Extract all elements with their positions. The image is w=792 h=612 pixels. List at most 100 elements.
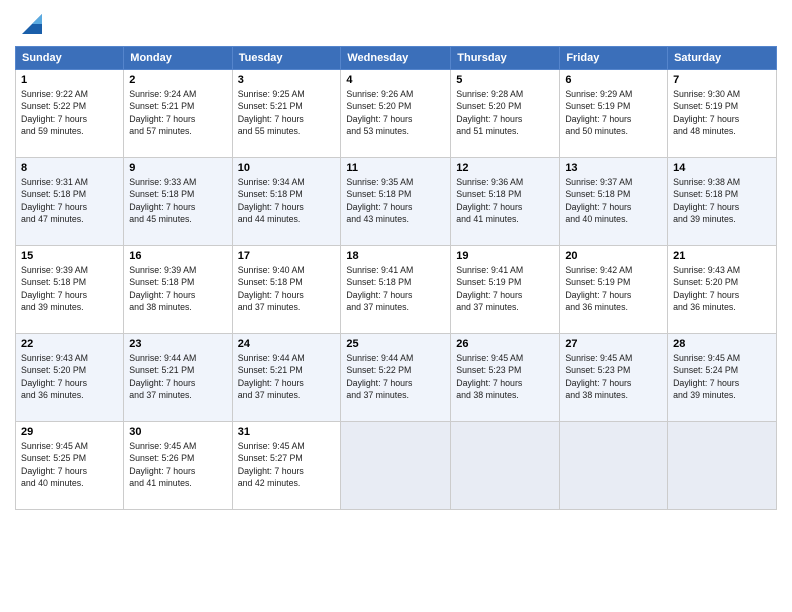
calendar-cell: 28 Sunrise: 9:45 AMSunset: 5:24 PMDayligh… (668, 334, 777, 422)
day-number: 9 (129, 162, 226, 174)
day-info: Sunrise: 9:24 AMSunset: 5:21 PMDaylight:… (129, 88, 226, 137)
day-info: Sunrise: 9:44 AMSunset: 5:22 PMDaylight:… (346, 352, 445, 401)
day-number: 27 (565, 338, 662, 350)
day-info: Sunrise: 9:45 AMSunset: 5:24 PMDaylight:… (673, 352, 771, 401)
day-info: Sunrise: 9:29 AMSunset: 5:19 PMDaylight:… (565, 88, 662, 137)
calendar-cell: 17Sunrise: 9:40 AMSunset: 5:18 PMDayligh… (232, 246, 341, 334)
day-info: Sunrise: 9:41 AMSunset: 5:18 PMDaylight:… (346, 264, 445, 313)
day-info: Sunrise: 9:39 AMSunset: 5:18 PMDaylight:… (129, 264, 226, 313)
day-info: Sunrise: 9:42 AMSunset: 5:19 PMDaylight:… (565, 264, 662, 313)
day-number: 7 (673, 74, 771, 86)
calendar-cell: 2 Sunrise: 9:24 AMSunset: 5:21 PMDaylight… (124, 70, 232, 158)
day-number: 25 (346, 338, 445, 350)
day-header-monday: Monday (124, 47, 232, 70)
logo (15, 10, 46, 38)
day-info: Sunrise: 9:41 AMSunset: 5:19 PMDaylight:… (456, 264, 554, 313)
calendar-cell (560, 422, 668, 510)
day-number: 11 (346, 162, 445, 174)
calendar-cell: 13 Sunrise: 9:37 AMSunset: 5:18 PMDayligh… (560, 158, 668, 246)
day-number: 23 (129, 338, 226, 350)
day-number: 1 (21, 74, 118, 86)
day-number: 10 (238, 162, 336, 174)
calendar-cell: 23 Sunrise: 9:44 AMSunset: 5:21 PMDayligh… (124, 334, 232, 422)
day-number: 15 (21, 250, 118, 262)
calendar-cell: 21 Sunrise: 9:43 AMSunset: 5:20 PMDayligh… (668, 246, 777, 334)
day-info: Sunrise: 9:43 AMSunset: 5:20 PMDaylight:… (673, 264, 771, 313)
day-info: Sunrise: 9:37 AMSunset: 5:18 PMDaylight:… (565, 176, 662, 225)
day-info: Sunrise: 9:25 AMSunset: 5:21 PMDaylight:… (238, 88, 336, 137)
calendar-cell: 1Sunrise: 9:22 AMSunset: 5:22 PMDaylight… (16, 70, 124, 158)
day-header-saturday: Saturday (668, 47, 777, 70)
day-info: Sunrise: 9:45 AMSunset: 5:23 PMDaylight:… (456, 352, 554, 401)
day-number: 19 (456, 250, 554, 262)
day-info: Sunrise: 9:45 AMSunset: 5:23 PMDaylight:… (565, 352, 662, 401)
calendar-cell (451, 422, 560, 510)
calendar-week-1: 1Sunrise: 9:22 AMSunset: 5:22 PMDaylight… (16, 70, 777, 158)
calendar-cell: 25 Sunrise: 9:44 AMSunset: 5:22 PMDayligh… (341, 334, 451, 422)
day-number: 22 (21, 338, 118, 350)
day-info: Sunrise: 9:45 AMSunset: 5:25 PMDaylight:… (21, 440, 118, 489)
day-number: 8 (21, 162, 118, 174)
day-info: Sunrise: 9:34 AMSunset: 5:18 PMDaylight:… (238, 176, 336, 225)
calendar-cell: 14 Sunrise: 9:38 AMSunset: 5:18 PMDayligh… (668, 158, 777, 246)
calendar-cell: 19 Sunrise: 9:41 AMSunset: 5:19 PMDayligh… (451, 246, 560, 334)
day-number: 2 (129, 74, 226, 86)
day-number: 29 (21, 426, 118, 438)
page: SundayMondayTuesdayWednesdayThursdayFrid… (0, 0, 792, 612)
calendar-cell: 12Sunrise: 9:36 AMSunset: 5:18 PMDayligh… (451, 158, 560, 246)
day-number: 3 (238, 74, 336, 86)
calendar-cell: 4 Sunrise: 9:26 AMSunset: 5:20 PMDaylight… (341, 70, 451, 158)
calendar-cell: 30Sunrise: 9:45 AMSunset: 5:26 PMDayligh… (124, 422, 232, 510)
calendar-cell: 10 Sunrise: 9:34 AMSunset: 5:18 PMDayligh… (232, 158, 341, 246)
day-number: 26 (456, 338, 554, 350)
calendar-cell (668, 422, 777, 510)
day-number: 5 (456, 74, 554, 86)
day-info: Sunrise: 9:36 AMSunset: 5:18 PMDaylight:… (456, 176, 554, 225)
day-number: 31 (238, 426, 336, 438)
day-info: Sunrise: 9:38 AMSunset: 5:18 PMDaylight:… (673, 176, 771, 225)
day-info: Sunrise: 9:40 AMSunset: 5:18 PMDaylight:… (238, 264, 336, 313)
day-number: 14 (673, 162, 771, 174)
calendar-cell: 11 Sunrise: 9:35 AMSunset: 5:18 PMDayligh… (341, 158, 451, 246)
day-header-tuesday: Tuesday (232, 47, 341, 70)
day-header-thursday: Thursday (451, 47, 560, 70)
calendar-cell: 9 Sunrise: 9:33 AMSunset: 5:18 PMDaylight… (124, 158, 232, 246)
day-info: Sunrise: 9:45 AMSunset: 5:26 PMDaylight:… (129, 440, 226, 489)
calendar-week-5: 29 Sunrise: 9:45 AMSunset: 5:25 PMDayligh… (16, 422, 777, 510)
day-number: 16 (129, 250, 226, 262)
day-info: Sunrise: 9:30 AMSunset: 5:19 PMDaylight:… (673, 88, 771, 137)
day-info: Sunrise: 9:28 AMSunset: 5:20 PMDaylight:… (456, 88, 554, 137)
day-number: 13 (565, 162, 662, 174)
calendar-cell: 8Sunrise: 9:31 AMSunset: 5:18 PMDaylight… (16, 158, 124, 246)
calendar-cell: 20 Sunrise: 9:42 AMSunset: 5:19 PMDayligh… (560, 246, 668, 334)
day-info: Sunrise: 9:44 AMSunset: 5:21 PMDaylight:… (129, 352, 226, 401)
calendar-cell: 7 Sunrise: 9:30 AMSunset: 5:19 PMDaylight… (668, 70, 777, 158)
day-info: Sunrise: 9:43 AMSunset: 5:20 PMDaylight:… (21, 352, 118, 401)
calendar-cell (341, 422, 451, 510)
day-number: 6 (565, 74, 662, 86)
calendar-header-row: SundayMondayTuesdayWednesdayThursdayFrid… (16, 47, 777, 70)
day-info: Sunrise: 9:35 AMSunset: 5:18 PMDaylight:… (346, 176, 445, 225)
calendar-cell: 16 Sunrise: 9:39 AMSunset: 5:18 PMDayligh… (124, 246, 232, 334)
day-header-sunday: Sunday (16, 47, 124, 70)
calendar-cell: 22 Sunrise: 9:43 AMSunset: 5:20 PMDayligh… (16, 334, 124, 422)
day-header-wednesday: Wednesday (341, 47, 451, 70)
calendar-week-4: 22 Sunrise: 9:43 AMSunset: 5:20 PMDayligh… (16, 334, 777, 422)
day-number: 28 (673, 338, 771, 350)
calendar-cell: 24Sunrise: 9:44 AMSunset: 5:21 PMDayligh… (232, 334, 341, 422)
day-info: Sunrise: 9:33 AMSunset: 5:18 PMDaylight:… (129, 176, 226, 225)
day-number: 18 (346, 250, 445, 262)
day-header-friday: Friday (560, 47, 668, 70)
day-info: Sunrise: 9:39 AMSunset: 5:18 PMDaylight:… (21, 264, 118, 313)
calendar-table: SundayMondayTuesdayWednesdayThursdayFrid… (15, 46, 777, 510)
logo-icon (18, 10, 46, 38)
day-number: 21 (673, 250, 771, 262)
day-info: Sunrise: 9:26 AMSunset: 5:20 PMDaylight:… (346, 88, 445, 137)
calendar-week-3: 15 Sunrise: 9:39 AMSunset: 5:18 PMDayligh… (16, 246, 777, 334)
calendar-cell: 18 Sunrise: 9:41 AMSunset: 5:18 PMDayligh… (341, 246, 451, 334)
day-number: 4 (346, 74, 445, 86)
day-number: 20 (565, 250, 662, 262)
calendar-cell: 26 Sunrise: 9:45 AMSunset: 5:23 PMDayligh… (451, 334, 560, 422)
calendar-week-2: 8Sunrise: 9:31 AMSunset: 5:18 PMDaylight… (16, 158, 777, 246)
calendar-cell: 3 Sunrise: 9:25 AMSunset: 5:21 PMDaylight… (232, 70, 341, 158)
